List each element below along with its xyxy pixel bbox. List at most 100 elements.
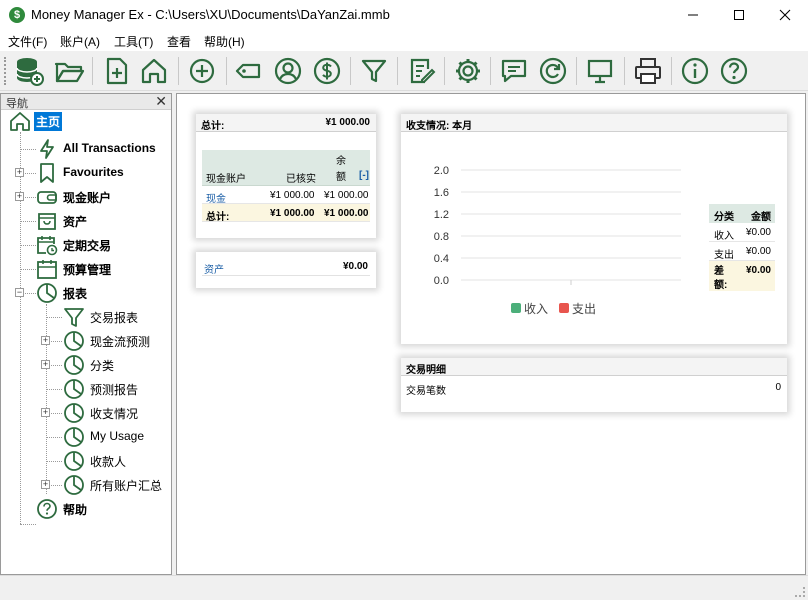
transactions-card: 交易明细 交易笔数 0 bbox=[401, 358, 787, 412]
account-link[interactable]: 现金 bbox=[206, 190, 226, 205]
pie-chart-icon bbox=[64, 475, 84, 495]
collapse-reports-button[interactable]: − bbox=[15, 288, 24, 297]
nav-item-categories[interactable]: 分类 bbox=[63, 353, 169, 377]
toolbar-separator bbox=[576, 57, 577, 85]
fullscreen-button[interactable] bbox=[584, 55, 616, 87]
expand-summary-button[interactable]: + bbox=[41, 480, 50, 489]
expand-cashflow-button[interactable]: + bbox=[41, 336, 50, 345]
maximize-icon bbox=[734, 10, 744, 20]
toolbar-separator bbox=[92, 57, 93, 85]
edit-button[interactable] bbox=[405, 55, 437, 87]
resize-grip[interactable] bbox=[795, 587, 805, 597]
nav-item-income-expense[interactable]: 收支情况 bbox=[63, 401, 169, 425]
nav-item-favourites[interactable]: Favourites bbox=[36, 161, 169, 185]
transactions-count-label: 交易笔数 bbox=[406, 386, 446, 397]
nav-item-cash-accounts[interactable]: 现金账户 bbox=[36, 185, 169, 209]
toolbar-grip[interactable] bbox=[4, 57, 7, 85]
home-icon bbox=[141, 58, 167, 84]
collapse-table-toggle[interactable]: [-] bbox=[359, 170, 369, 181]
toolbar-separator bbox=[444, 57, 445, 85]
menu-file[interactable]: 文件(F) bbox=[8, 33, 47, 50]
table-header-row: 分类 金额 bbox=[709, 204, 775, 223]
calendar-clock-icon bbox=[37, 236, 58, 256]
total-label: 总计: bbox=[201, 121, 225, 132]
maximize-button[interactable] bbox=[716, 0, 762, 31]
nav-item-reports[interactable]: 报表 bbox=[36, 281, 169, 305]
expand-cash-accounts-button[interactable]: + bbox=[15, 192, 24, 201]
home-icon bbox=[10, 112, 30, 131]
nav-item-label: All Transactions bbox=[63, 141, 156, 155]
chat-icon bbox=[501, 59, 527, 83]
nav-item-forecast-report[interactable]: 预测报告 bbox=[63, 377, 169, 401]
expand-income-expense-button[interactable]: + bbox=[41, 408, 50, 417]
toolbar-separator bbox=[397, 57, 398, 85]
nav-item-transaction-report[interactable]: 交易报表 bbox=[63, 305, 169, 329]
toolbar-separator bbox=[490, 57, 491, 85]
menu-bar: 文件(F) 账户(A) 工具(T) 查看 帮助(H) bbox=[0, 31, 808, 51]
pie-chart-icon bbox=[64, 451, 84, 471]
print-button[interactable] bbox=[632, 55, 664, 87]
filter-button[interactable] bbox=[358, 55, 390, 87]
nav-item-payees[interactable]: 收款人 bbox=[63, 449, 169, 473]
navigation-panel: 导航 ✕ + + − + + + + 主页 All Transactions F… bbox=[0, 93, 172, 575]
assets-value: ¥0.00 bbox=[342, 261, 368, 272]
close-window-button[interactable] bbox=[762, 0, 808, 31]
pie-chart-icon bbox=[64, 355, 84, 375]
menu-view[interactable]: 查看 bbox=[167, 33, 191, 50]
assets-link[interactable]: 资产 bbox=[204, 261, 224, 276]
nav-item-help[interactable]: 帮助 bbox=[36, 497, 169, 521]
nav-item-budget[interactable]: 预算管理 bbox=[36, 257, 169, 281]
y-tick-label: 0.0 bbox=[434, 275, 449, 287]
table-total-row: 总计: ¥1 000.00 ¥1 000.00 bbox=[202, 204, 370, 223]
user-icon bbox=[274, 57, 302, 85]
table-row: 支出 ¥0.00 bbox=[709, 242, 775, 261]
new-file-icon bbox=[106, 57, 128, 85]
nav-item-scheduled[interactable]: 定期交易 bbox=[36, 233, 169, 257]
about-button[interactable] bbox=[679, 55, 711, 87]
total-row-reconciled: ¥1 000.00 bbox=[270, 208, 315, 219]
tree-line bbox=[46, 461, 62, 462]
help-button[interactable] bbox=[718, 55, 750, 87]
nav-item-assets[interactable]: 资产 bbox=[36, 209, 169, 233]
add-circle-icon bbox=[189, 58, 215, 84]
nav-item-home[interactable]: 主页 bbox=[9, 109, 169, 133]
total-row-balance: ¥1 000.00 bbox=[324, 208, 369, 219]
nav-item-label: 预算管理 bbox=[63, 263, 112, 277]
new-database-button[interactable] bbox=[13, 55, 45, 87]
refresh-button[interactable] bbox=[537, 55, 569, 87]
new-transaction-button[interactable] bbox=[100, 55, 132, 87]
legend-label: 收入 bbox=[524, 302, 548, 316]
minimize-button[interactable] bbox=[670, 0, 716, 31]
add-account-button[interactable] bbox=[186, 55, 218, 87]
feedback-button[interactable] bbox=[498, 55, 530, 87]
title-bar: $ Money Manager Ex - C:\Users\XU\Documen… bbox=[0, 0, 808, 31]
table-row: 收入 ¥0.00 bbox=[709, 223, 775, 242]
menu-help[interactable]: 帮助(H) bbox=[204, 33, 245, 50]
income-expense-table: 分类 金额 收入 ¥0.00 支出 ¥0.00 差额: ¥0.00 bbox=[709, 204, 775, 291]
assets-card: 资产 ¥0.00 bbox=[196, 252, 376, 288]
settings-button[interactable] bbox=[452, 55, 484, 87]
menu-tools[interactable]: 工具(T) bbox=[114, 33, 153, 50]
open-database-button[interactable] bbox=[53, 55, 85, 87]
column-header-category: 分类 bbox=[714, 212, 734, 223]
menu-accounts[interactable]: 账户(A) bbox=[60, 33, 100, 50]
pie-chart-icon bbox=[37, 283, 57, 303]
refresh-icon bbox=[539, 57, 567, 85]
expand-favourites-button[interactable]: + bbox=[15, 168, 24, 177]
nav-item-all-transactions[interactable]: All Transactions bbox=[36, 137, 169, 161]
calendar-icon bbox=[37, 260, 57, 279]
accounts-summary-card: 总计: ¥1 000.00 现金账户 已核实 余额 [-] 现金 ¥1 000.… bbox=[196, 114, 376, 238]
nav-item-cashflow-forecast[interactable]: 现金流预测 bbox=[63, 329, 169, 353]
info-icon bbox=[681, 57, 709, 85]
nav-item-account-summary[interactable]: 所有账户汇总 bbox=[63, 473, 169, 497]
transactions-count-row: 交易笔数 0 bbox=[401, 376, 787, 397]
currency-button[interactable] bbox=[311, 55, 343, 87]
total-value: ¥1 000.00 bbox=[325, 117, 371, 128]
nav-item-my-usage[interactable]: My Usage bbox=[63, 425, 169, 449]
payees-button[interactable] bbox=[272, 55, 304, 87]
expand-categories-button[interactable]: + bbox=[41, 360, 50, 369]
navigation-close-button[interactable]: ✕ bbox=[155, 93, 167, 110]
home-button[interactable] bbox=[138, 55, 170, 87]
nav-item-label: 现金账户 bbox=[63, 191, 112, 205]
categories-button[interactable] bbox=[232, 55, 264, 87]
